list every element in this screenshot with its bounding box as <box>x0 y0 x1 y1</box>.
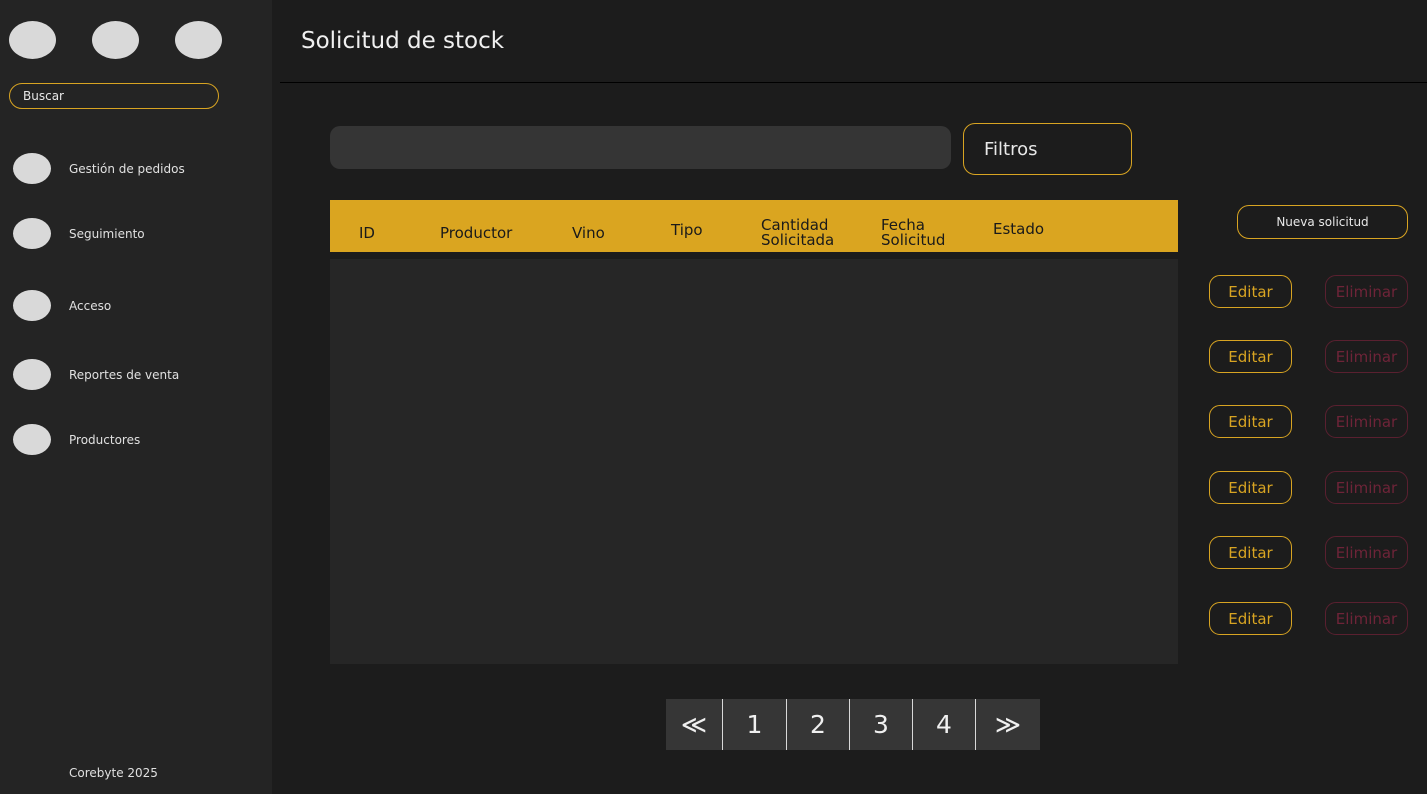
edit-button[interactable]: Editar <box>1209 405 1292 438</box>
sidebar-item-acceso[interactable]: Acceso <box>13 290 263 322</box>
page-title: Solicitud de stock <box>301 28 505 54</box>
sidebar: Gestión de pedidos Seguimiento Acceso Re… <box>0 0 272 794</box>
sidebar-item-label: Gestión de pedidos <box>69 162 185 176</box>
last-page-icon[interactable]: ≫ <box>975 699 1040 750</box>
window-close-button[interactable] <box>9 21 56 59</box>
delete-button[interactable]: Eliminar <box>1325 340 1408 373</box>
search-input[interactable] <box>9 83 219 109</box>
nav-icon <box>13 153 51 184</box>
edit-button[interactable]: Editar <box>1209 536 1292 569</box>
column-header-tipo[interactable]: Tipo <box>671 223 703 238</box>
page-button-4[interactable]: 4 <box>912 699 975 750</box>
delete-button[interactable]: Eliminar <box>1325 471 1408 504</box>
nav-icon <box>13 424 51 455</box>
footer-text: Corebyte 2025 <box>69 766 158 780</box>
filter-search-input[interactable] <box>330 126 951 169</box>
delete-button[interactable]: Eliminar <box>1325 405 1408 438</box>
sidebar-item-label: Seguimiento <box>69 227 145 241</box>
window-maximize-button[interactable] <box>175 21 222 59</box>
column-header-cantidad[interactable]: Cantidad Solicitada <box>761 218 841 248</box>
header-divider <box>280 82 1427 83</box>
filters-button[interactable]: Filtros <box>963 123 1132 175</box>
sidebar-item-label: Productores <box>69 433 141 447</box>
table-header: ID Productor Vino Tipo Cantidad Solicita… <box>330 200 1178 252</box>
page-button-2[interactable]: 2 <box>786 699 849 750</box>
page-button-1[interactable]: 1 <box>722 699 786 750</box>
nav-icon <box>13 359 51 390</box>
edit-button[interactable]: Editar <box>1209 275 1292 308</box>
sidebar-item-reportes-venta[interactable]: Reportes de venta <box>13 359 263 391</box>
page-button-3[interactable]: 3 <box>849 699 912 750</box>
column-header-productor[interactable]: Productor <box>440 226 512 241</box>
table-body <box>330 259 1178 664</box>
delete-button[interactable]: Eliminar <box>1325 275 1408 308</box>
sidebar-item-label: Reportes de venta <box>69 368 180 382</box>
edit-button[interactable]: Editar <box>1209 340 1292 373</box>
sidebar-item-gestion-pedidos[interactable]: Gestión de pedidos <box>13 153 263 185</box>
pagination: ≪ 1 2 3 4 ≫ <box>666 699 1040 750</box>
edit-button[interactable]: Editar <box>1209 602 1292 635</box>
column-header-estado[interactable]: Estado <box>993 222 1044 237</box>
sidebar-item-productores[interactable]: Productores <box>13 424 263 456</box>
nav-icon <box>13 218 51 249</box>
delete-button[interactable]: Eliminar <box>1325 602 1408 635</box>
sidebar-item-label: Acceso <box>69 299 112 313</box>
column-header-fecha[interactable]: Fecha Solicitud <box>881 218 951 248</box>
nav-icon <box>13 290 51 321</box>
window-minimize-button[interactable] <box>92 21 139 59</box>
column-header-vino[interactable]: Vino <box>572 226 605 241</box>
delete-button[interactable]: Eliminar <box>1325 536 1408 569</box>
edit-button[interactable]: Editar <box>1209 471 1292 504</box>
new-request-button[interactable]: Nueva solicitud <box>1237 205 1408 239</box>
sidebar-item-seguimiento[interactable]: Seguimiento <box>13 218 263 250</box>
column-header-id[interactable]: ID <box>359 226 375 241</box>
first-page-icon[interactable]: ≪ <box>666 699 722 750</box>
